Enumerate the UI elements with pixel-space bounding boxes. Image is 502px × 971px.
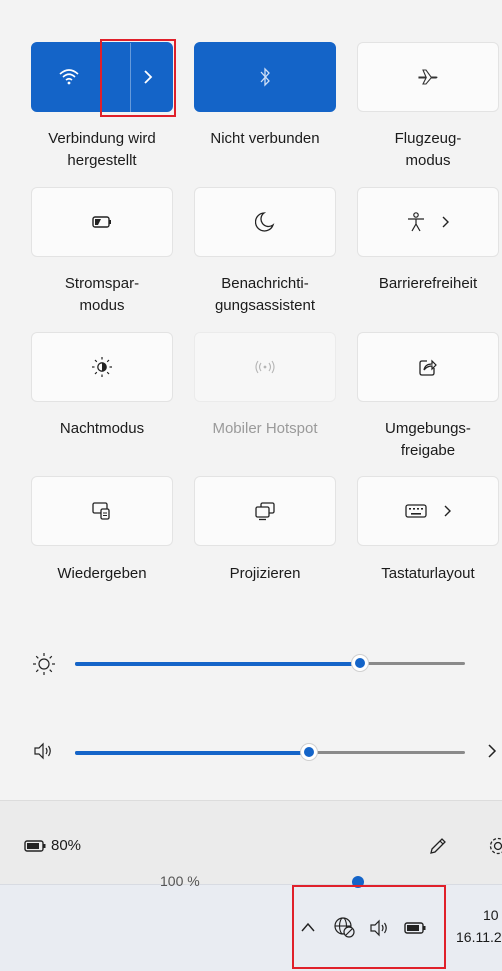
mobile-hotspot-label: Mobiler Hotspot — [190, 418, 340, 440]
moon-icon — [255, 211, 275, 233]
night-light-label: Nachtmodus — [27, 418, 177, 440]
wifi-expand-highlight — [100, 39, 176, 117]
brightness-fill — [75, 662, 360, 666]
keyboard-icon — [404, 503, 428, 519]
battery-saver-icon — [91, 215, 113, 229]
nearby-sharing-tile[interactable] — [357, 332, 499, 402]
bluetooth-icon — [258, 66, 272, 88]
bluetooth-tile[interactable] — [194, 42, 336, 112]
accessibility-tile[interactable] — [357, 187, 499, 257]
clock-date[interactable]: 16.11.2 — [456, 929, 502, 945]
battery-icon[interactable] — [24, 839, 48, 853]
volume-fill — [75, 751, 309, 755]
volume-output-chevron-icon[interactable] — [487, 743, 497, 759]
project-label: Projizieren — [190, 563, 340, 585]
night-light-tile[interactable] — [31, 332, 173, 402]
bluetooth-label: Nicht verbunden — [190, 128, 340, 150]
volume-slider-row — [0, 732, 502, 772]
mobile-hotspot-tile[interactable] — [194, 332, 336, 402]
brightness-slider-row — [0, 644, 502, 684]
night-light-icon — [91, 356, 113, 378]
keyboard-layout-label: Tastaturlayout — [353, 563, 502, 585]
keyboard-layout-tile[interactable] — [357, 476, 499, 546]
battery-saver-label: Stromspar- modus — [27, 273, 177, 317]
focus-assist-tile[interactable] — [194, 187, 336, 257]
airplane-icon — [417, 67, 439, 87]
tray-battery-icon[interactable] — [404, 921, 428, 935]
project-tile[interactable] — [194, 476, 336, 546]
accessibility-icon — [406, 211, 426, 233]
quick-settings-panel: Verbindung wird hergestellt Nicht verbun… — [0, 0, 502, 800]
hidden-slider-value: 100 % — [160, 873, 200, 889]
volume-thumb[interactable] — [301, 744, 317, 760]
airplane-mode-tile[interactable] — [357, 42, 499, 112]
hotspot-icon — [253, 359, 277, 375]
cast-tile[interactable] — [31, 476, 173, 546]
quick-settings-footer: 80% — [0, 800, 502, 885]
airplane-mode-label: Flugzeug- modus — [353, 128, 502, 172]
keyboard-layout-chevron-icon[interactable] — [442, 503, 452, 519]
brightness-icon — [32, 652, 56, 676]
cast-label: Wiedergeben — [27, 563, 177, 585]
project-icon — [254, 501, 276, 521]
wifi-label: Verbindung wird hergestellt — [27, 128, 177, 172]
battery-percent[interactable]: 80% — [51, 837, 81, 854]
accessibility-label: Barrierefreiheit — [353, 273, 502, 295]
wifi-icon[interactable] — [58, 67, 80, 85]
taskbar: 100 % 10 16.11.2 — [0, 884, 502, 971]
focus-assist-label: Benachrichti- gungsassistent — [190, 273, 340, 317]
volume-icon[interactable] — [32, 741, 54, 761]
clock-time[interactable]: 10 — [483, 907, 499, 923]
brightness-thumb[interactable] — [352, 655, 368, 671]
cast-icon — [91, 501, 113, 521]
network-globe-icon[interactable] — [333, 916, 355, 938]
pencil-icon[interactable] — [428, 836, 448, 856]
gear-icon[interactable] — [488, 835, 502, 857]
nearby-sharing-label: Umgebungs- freigabe — [353, 418, 502, 462]
accessibility-chevron-icon[interactable] — [440, 214, 450, 230]
share-icon — [418, 357, 438, 377]
battery-saver-tile[interactable] — [31, 187, 173, 257]
tray-volume-icon[interactable] — [368, 918, 390, 938]
